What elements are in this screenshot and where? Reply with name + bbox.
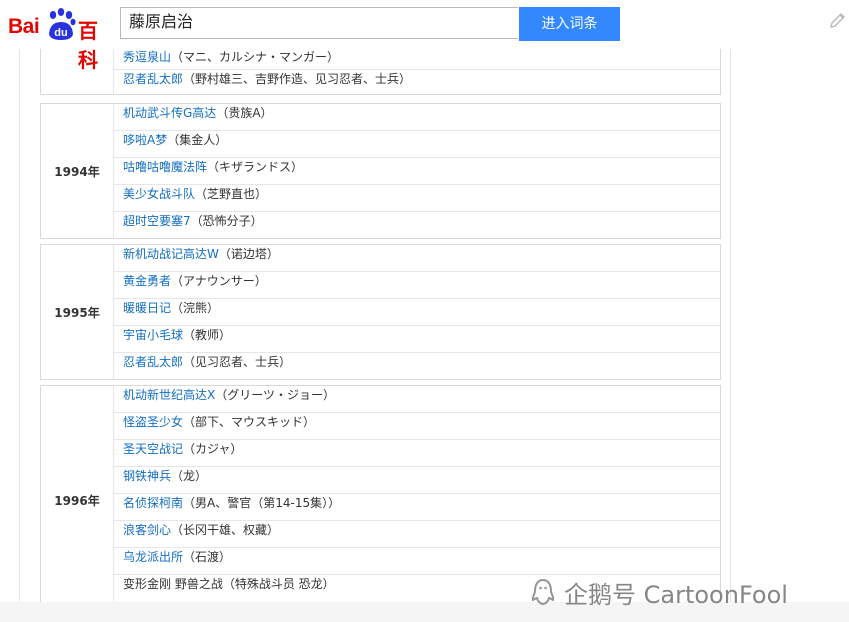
year-label: 1996年 [41,386,114,602]
table-row: 乌龙派出所（石渡） [114,548,720,575]
work-link[interactable]: 圣天空战记 [123,442,183,456]
year-group-1996: 1996年 机动新世纪高达X（グリーツ・ジョー） 怪盗圣少女（部下、マウスキッド… [40,385,721,602]
year-label: 1995年 [41,245,114,379]
table-row: 忍者乱太郎（野村雄三、吉野作造、见习忍者、士兵） [114,70,720,97]
baidu-baike-logo[interactable]: Bai du 百科 [8,6,112,72]
role-text: （见习忍者、士兵） [183,355,292,369]
top-header: Bai du 百科 藤原启治 进入词条 [0,0,849,72]
work-link[interactable]: 秀逗泉山 [123,50,171,64]
work-link[interactable]: 机动武斗传G高达 [123,106,216,120]
role-text: （マニ、カルシナ・マンガー） [171,50,340,64]
work-link[interactable]: 名侦探柯南 [123,496,183,510]
table-row: 新机动战记高达W（诺边塔） [114,245,720,272]
work-link[interactable]: 忍者乱太郎 [123,355,183,369]
work-link[interactable]: 美少女战斗队 [123,187,195,201]
work-list: 秀逗泉山（マニ、カルシナ・マンガー） 忍者乱太郎（野村雄三、吉野作造、见习忍者、… [114,49,720,94]
table-row: 浪客剑心（长冈干雄、权藏） [114,521,720,548]
year-group-1995: 1995年 新机动战记高达W（诺边塔） 黄金勇者（アナウンサー） 暖暖日记（浣熊… [40,244,721,380]
logo-text-du: du [54,27,67,39]
table-row: 宇宙小毛球（教师） [114,326,720,353]
work-link[interactable]: 超时空要塞7 [123,214,191,228]
role-text: （浣熊） [171,301,220,315]
work-link[interactable]: 浪客剑心 [123,523,171,537]
logo-text-bai: Bai [8,15,40,38]
table-row: 哆啦A梦（集金人） [114,131,720,158]
table-row: 咕噜咕噜魔法阵（キザランドス） [114,158,720,185]
role-text: （カジャ） [183,442,243,456]
role-text: （アナウンサー） [171,274,267,288]
work-link[interactable]: 暖暖日记 [123,301,171,315]
search-input[interactable]: 藤原启治 [120,7,518,39]
table-row: 黄金勇者（アナウンサー） [114,272,720,299]
role-text: （诺边塔） [218,247,279,261]
table-row: 机动新世纪高达X（グリーツ・ジョー） [114,386,720,413]
role-text: （男A、警官（第14-15集）） [183,496,341,510]
paw-icon: du [49,8,76,40]
work-link[interactable]: 钢铁神兵 [123,469,171,483]
role-text: （贵族A） [216,106,273,120]
table-row: 秀逗泉山（マニ、カルシナ・マンガー） [114,49,720,70]
penguin-icon [531,578,555,606]
watermark: 企鹅号 CartoonFool [528,574,838,610]
work-link[interactable]: 哆啦A梦 [123,133,167,147]
table-row: 圣天空战记（カジャ） [114,440,720,467]
work-list: 机动新世纪高达X（グリーツ・ジョー） 怪盗圣少女（部下、マウスキッド） 圣天空战… [114,386,720,602]
filmography-table: 秀逗泉山（マニ、カルシナ・マンガー） 忍者乱太郎（野村雄三、吉野作造、见习忍者、… [19,49,731,602]
table-row: 怪盗圣少女（部下、マウスキッド） [114,413,720,440]
role-text: （芝野直也） [195,187,268,201]
role-text: （キザランドス） [207,160,304,174]
table-row: 忍者乱太郎（见习忍者、士兵） [114,353,720,380]
year-group-1994: 1994年 机动武斗传G高达（贵族A） 哆啦A梦（集金人） 咕噜咕噜魔法阵（キザ… [40,103,721,239]
work-link[interactable]: 机动新世纪高达X [123,388,215,402]
year-label: 1994年 [41,104,114,238]
role-text: （野村雄三、吉野作造、见习忍者、士兵） [183,72,412,86]
work-text-unlinked: 变形金刚 野兽之战（特殊战斗员 恐龙） [123,577,335,591]
work-link[interactable]: 乌龙派出所 [123,550,183,564]
watermark-text: 企鹅号 CartoonFool [564,580,788,609]
work-link[interactable]: 忍者乱太郎 [123,72,183,86]
table-row: 名侦探柯南（男A、警官（第14-15集）） [114,494,720,521]
role-text: （グリーツ・ジョー） [215,388,335,402]
work-link[interactable]: 咕噜咕噜魔法阵 [123,160,207,174]
role-text: （恐怖分子） [190,214,263,228]
role-text: （教师） [183,328,232,342]
role-text: （集金人） [167,133,228,147]
table-row: 钢铁神兵（龙） [114,467,720,494]
year-group-partial: 秀逗泉山（マニ、カルシナ・マンガー） 忍者乱太郎（野村雄三、吉野作造、见习忍者、… [40,49,721,95]
work-link[interactable]: 黄金勇者 [123,274,171,288]
table-row: 暖暖日记（浣熊） [114,299,720,326]
logo-text-baike: 百科 [78,19,98,72]
table-row: 美少女战斗队（芝野直也） [114,185,720,212]
role-text: （龙） [171,469,208,483]
work-link[interactable]: 新机动战记高达W [123,247,219,261]
pencil-icon[interactable] [828,10,848,30]
work-list: 机动武斗传G高达（贵族A） 哆啦A梦（集金人） 咕噜咕噜魔法阵（キザランドス） … [114,104,720,238]
role-text: （部下、マウスキッド） [183,415,316,429]
work-list: 新机动战记高达W（诺边塔） 黄金勇者（アナウンサー） 暖暖日记（浣熊） 宇宙小毛… [114,245,720,379]
role-text: （长冈干雄、权藏） [171,523,280,537]
table-row: 机动武斗传G高达（贵族A） [114,104,720,131]
work-link[interactable]: 宇宙小毛球 [123,328,183,342]
work-link[interactable]: 怪盗圣少女 [123,415,183,429]
table-row: 超时空要塞7（恐怖分子） [114,212,720,239]
enter-entry-button[interactable]: 进入词条 [519,7,620,41]
role-text: （石渡） [183,550,232,564]
